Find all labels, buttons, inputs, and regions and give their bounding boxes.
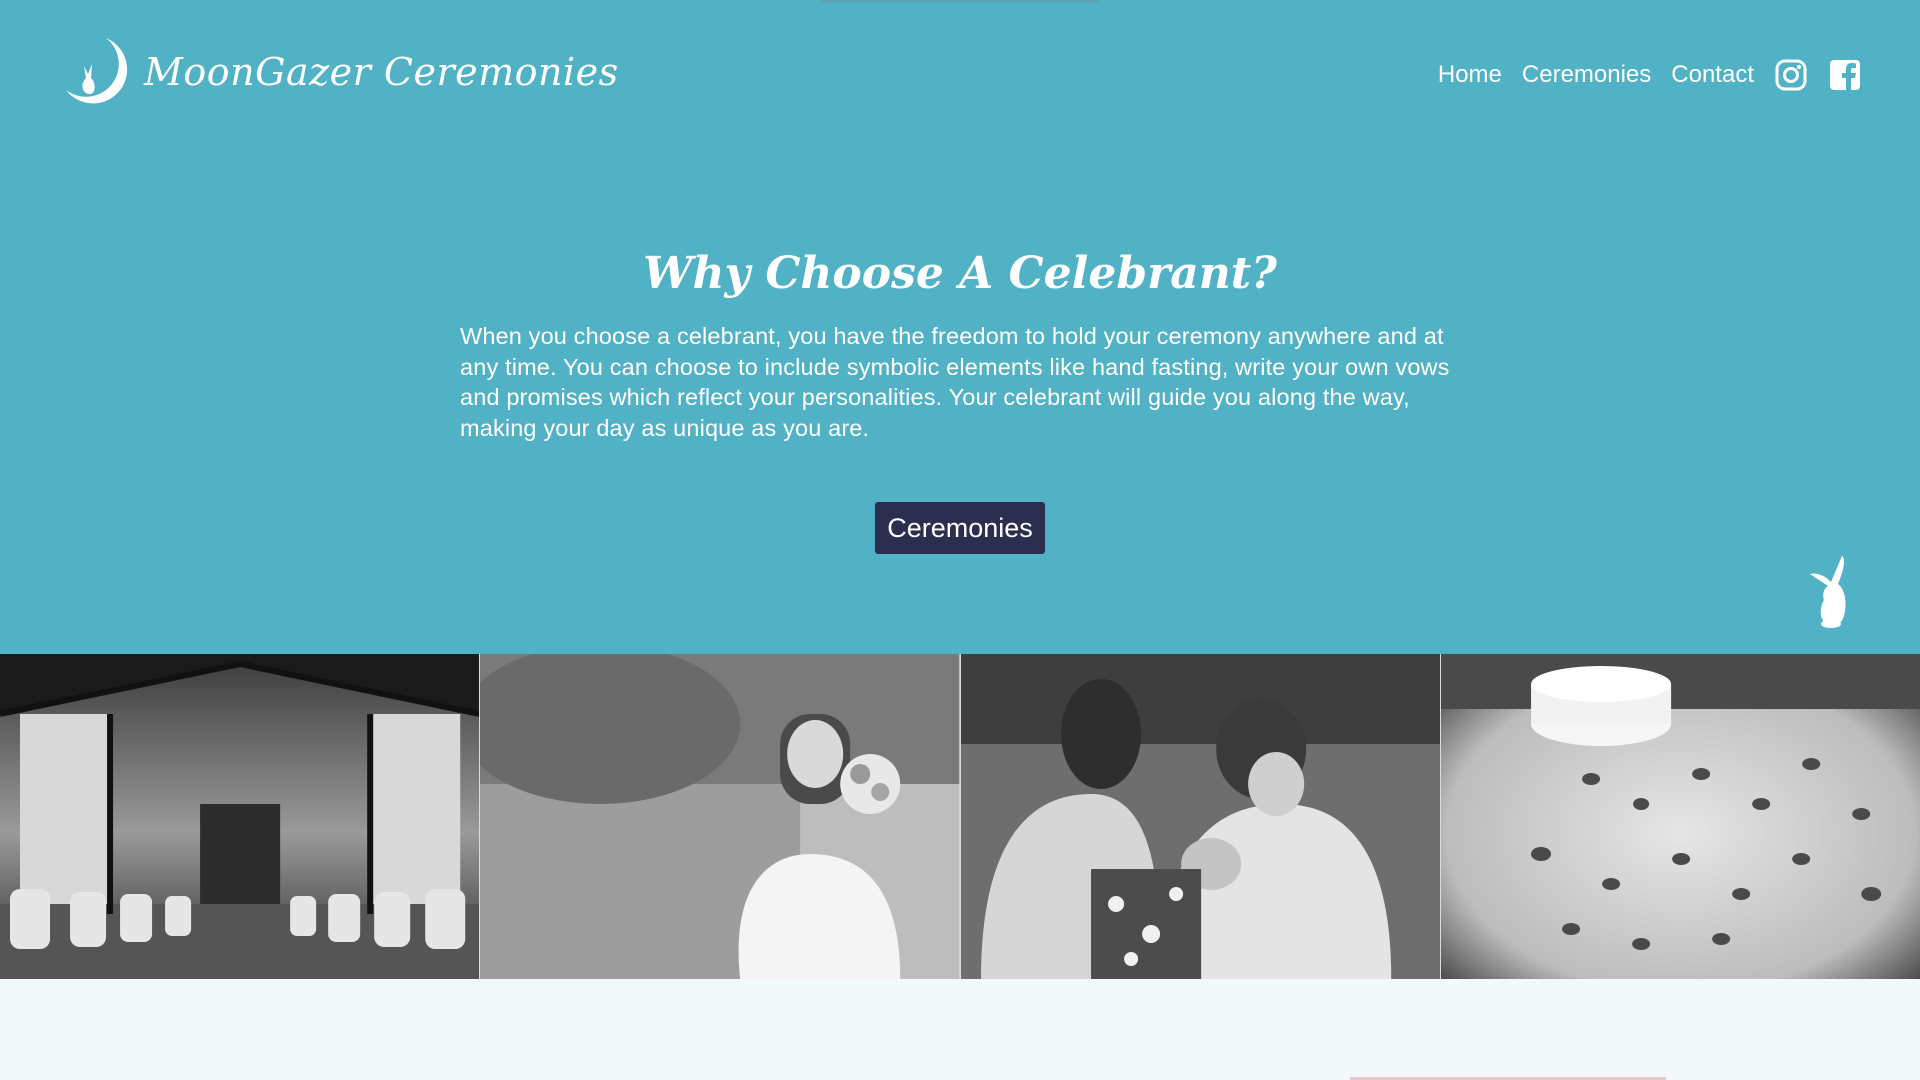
brand-logo-link[interactable]: MoonGazer Ceremonies	[60, 32, 619, 112]
hero-section: MoonGazer Ceremonies Home Ceremonies Con…	[0, 0, 1920, 654]
nav-contact[interactable]: Contact	[1671, 61, 1754, 89]
photo-gallery	[0, 654, 1920, 979]
next-section	[0, 979, 1920, 1080]
nav-ceremonies[interactable]: Ceremonies	[1522, 61, 1651, 89]
hero-body-text: When you choose a celebrant, you have th…	[460, 323, 1450, 441]
mother-baby-photo	[960, 654, 1440, 979]
barn-venue-photo	[0, 654, 480, 979]
nav-home[interactable]: Home	[1438, 61, 1502, 89]
top-strip	[820, 0, 1100, 3]
main-nav: Home Ceremonies Contact	[1438, 54, 1862, 96]
flower-girl-photo	[480, 654, 960, 979]
moon-hare-logo-icon	[66, 38, 128, 104]
instagram-icon[interactable]	[1774, 58, 1808, 92]
hare-icon	[1810, 556, 1846, 628]
ceremonies-button[interactable]: Ceremonies	[875, 502, 1045, 554]
hero-title: Why Choose A Celebrant?	[643, 248, 1277, 299]
brand-name: MoonGazer Ceremonies	[144, 50, 619, 94]
facebook-icon[interactable]	[1828, 58, 1862, 92]
cake-table-photo	[1440, 654, 1920, 979]
